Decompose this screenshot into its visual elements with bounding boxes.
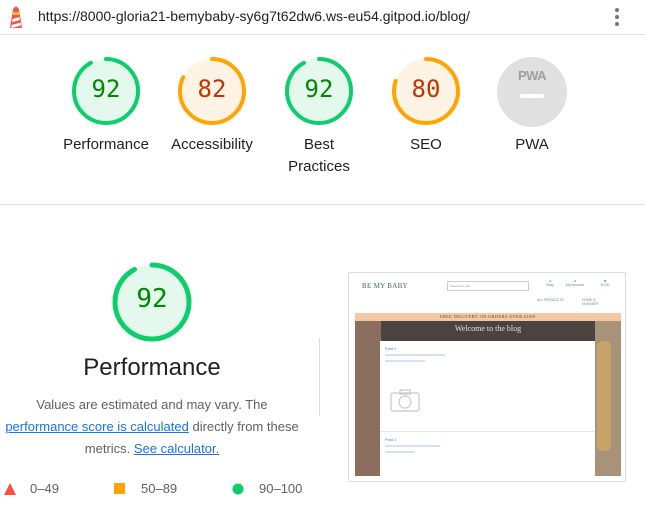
- see-calculator-link[interactable]: See calculator.: [134, 441, 219, 456]
- legend-range: 50–89: [141, 481, 178, 496]
- site-logo: BE MY BABY: [362, 282, 408, 290]
- gauge-label: PWA: [515, 136, 549, 153]
- gauge-score: 92: [91, 75, 121, 103]
- site-menu-all: ALL PRODUCTS: [537, 298, 564, 302]
- section-divider: [0, 204, 645, 205]
- lighthouse-icon: [10, 6, 22, 28]
- performance-description: Values are estimated and may vary. The p…: [0, 394, 304, 460]
- gauge-seo[interactable]: 80 SEO: [371, 56, 481, 156]
- site-nav-blog: ● Blog: [546, 279, 554, 287]
- performance-score: 92: [136, 284, 168, 314]
- gauge-label: Best Practices: [288, 136, 350, 175]
- gauge-best-practices[interactable]: 92 Best Practices: [264, 56, 374, 178]
- triangle-icon: [4, 483, 16, 495]
- gauge-accessibility[interactable]: 82 Accessibility: [157, 56, 267, 156]
- circle-icon: [232, 483, 244, 495]
- site-menu-home: HOME & NURSERY: [582, 298, 600, 306]
- gauge-score: 80: [411, 75, 441, 103]
- gauge-label: Performance: [63, 136, 149, 153]
- camera-placeholder-icon: [390, 389, 420, 412]
- site-nav-account: ● My Account: [565, 279, 585, 287]
- final-screenshot-thumbnail[interactable]: BE MY BABY Search our site ● Blog ● My Acc…: [348, 272, 626, 482]
- site-hero-title: Welcome to the blog: [454, 324, 522, 333]
- gauge-pwa[interactable]: PWA PWA: [477, 56, 587, 156]
- site-hero: Welcome to the blog Post 0 Post 1: [355, 321, 621, 476]
- gauge-score: 92: [304, 75, 334, 103]
- performance-title: Performance: [83, 354, 221, 381]
- gauge-label: Accessibility: [171, 136, 253, 153]
- site-blog-card: Post 0 Post 1: [380, 341, 595, 476]
- site-nav-bag: ■ £0.00: [600, 279, 610, 287]
- site-search-input: Search our site: [447, 281, 529, 291]
- legend-range: 90–100: [259, 481, 303, 496]
- report-url[interactable]: https://8000-gloria21-bemybaby-sy6g7t62d…: [38, 8, 470, 24]
- performance-score-link[interactable]: performance score is calculated: [5, 419, 189, 434]
- gauge-score: 82: [197, 75, 227, 103]
- legend-range: 0–49: [30, 481, 59, 496]
- more-options-icon[interactable]: [610, 5, 624, 29]
- pwa-badge-text: PWA: [517, 68, 547, 83]
- description-text: Values are estimated and may vary. The: [36, 397, 268, 412]
- url-bar: https://8000-gloria21-bemybaby-sy6g7t62d…: [0, 0, 645, 35]
- site-banner: FREE DELIVERY ON ORDERS OVER £100!: [355, 313, 621, 321]
- gauge-performance[interactable]: 92 Performance: [51, 56, 161, 156]
- pwa-badge-icon: [497, 57, 567, 127]
- vertical-divider: [319, 338, 320, 416]
- gauge-label: SEO: [410, 136, 442, 153]
- square-icon: [114, 483, 125, 494]
